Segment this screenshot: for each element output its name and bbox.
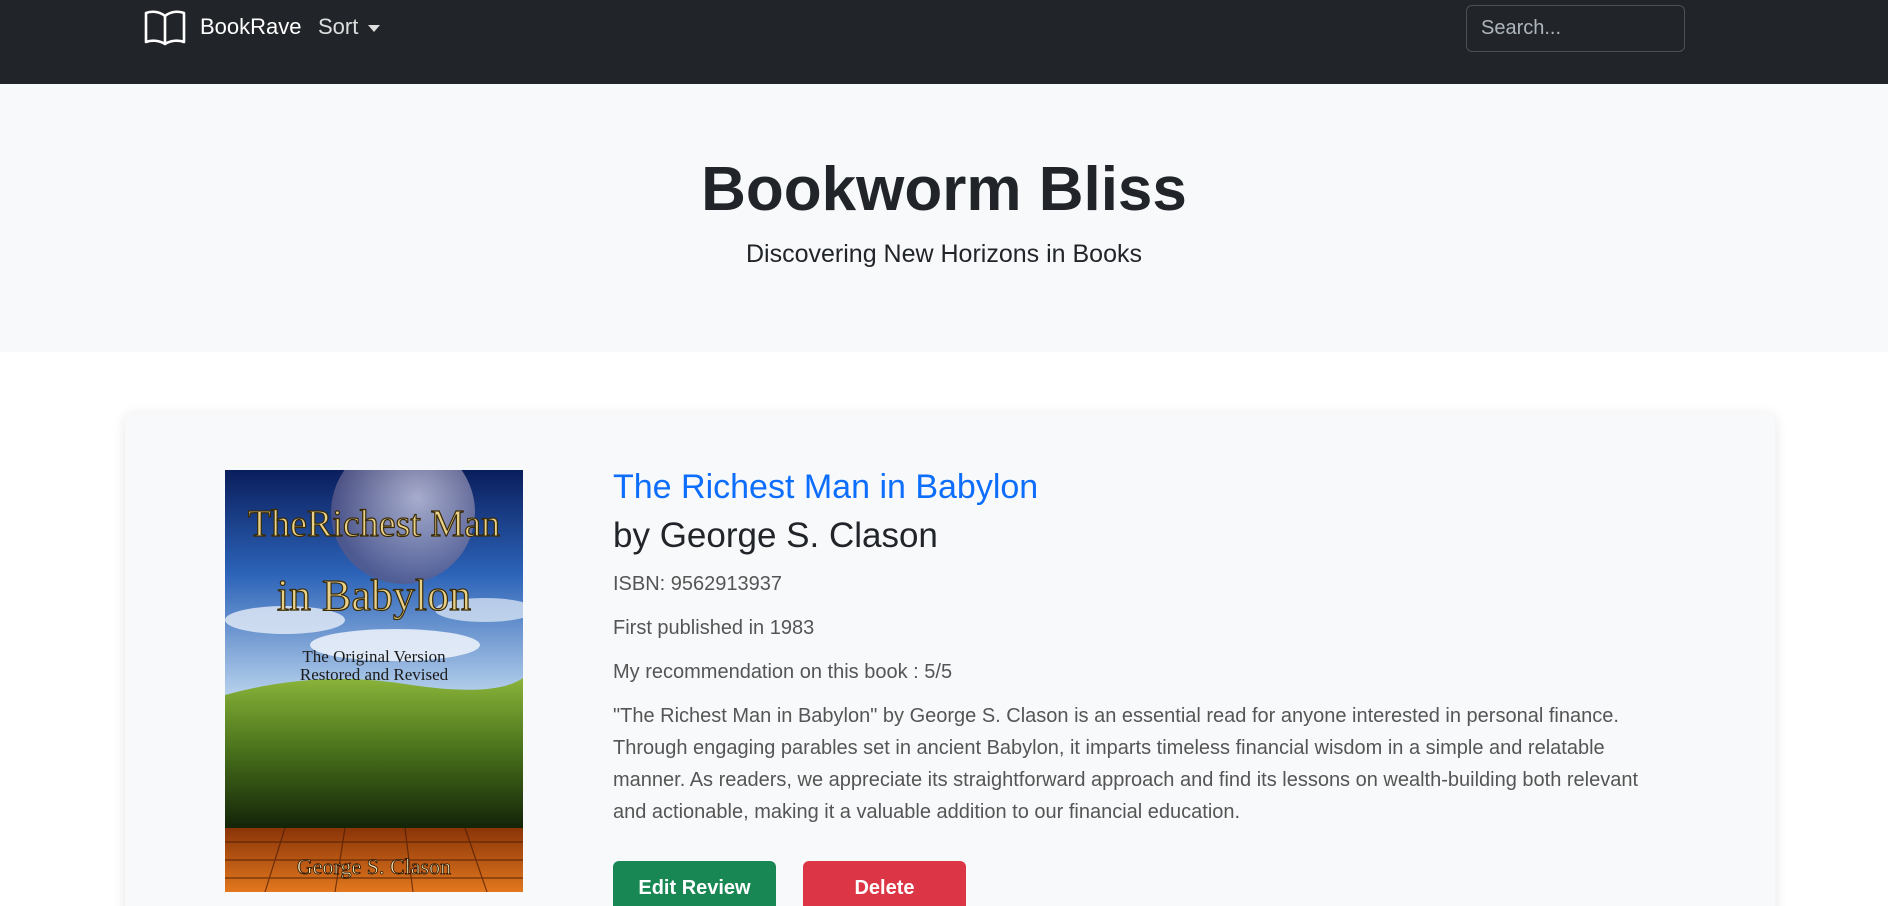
sort-label: Sort (318, 14, 359, 39)
hero-banner: Bookworm Bliss Discovering New Horizons … (0, 84, 1888, 352)
book-cover-image: TheRichest Man in Babylon The Original V… (225, 470, 523, 892)
book-icon (144, 8, 186, 46)
brand-link[interactable]: BookRave (144, 8, 302, 46)
cover-title-line2: in Babylon (277, 571, 471, 620)
brand-label: BookRave (200, 14, 302, 39)
cover-tagline2: Restored and Revised (300, 665, 449, 684)
top-navbar: BookRave Sort (0, 0, 1888, 84)
delete-button[interactable]: Delete (803, 861, 966, 906)
search-input[interactable] (1466, 5, 1685, 52)
sort-dropdown[interactable]: Sort (318, 14, 381, 40)
edit-review-button[interactable]: Edit Review (613, 861, 776, 906)
book-published: First published in 1983 (613, 617, 815, 639)
book-author: by George S. Clason (613, 516, 938, 555)
book-title-link[interactable]: The Richest Man in Babylon (613, 468, 1038, 507)
book-isbn: ISBN: 9562913937 (613, 573, 783, 595)
book-review-card: TheRichest Man in Babylon The Original V… (125, 413, 1775, 906)
page-subtitle: Discovering New Horizons in Books (746, 240, 1142, 268)
book-recommendation: My recommendation on this book : 5/5 (613, 661, 953, 683)
page-title: Bookworm Bliss (701, 155, 1187, 224)
cover-author: George S. Clason (297, 854, 451, 879)
book-review-text: "The Richest Man in Babylon" by George S… (613, 705, 1639, 823)
cover-title-line1: TheRichest Man (248, 503, 500, 545)
caret-down-icon (368, 24, 381, 32)
cover-tagline1: The Original Version (302, 647, 446, 666)
